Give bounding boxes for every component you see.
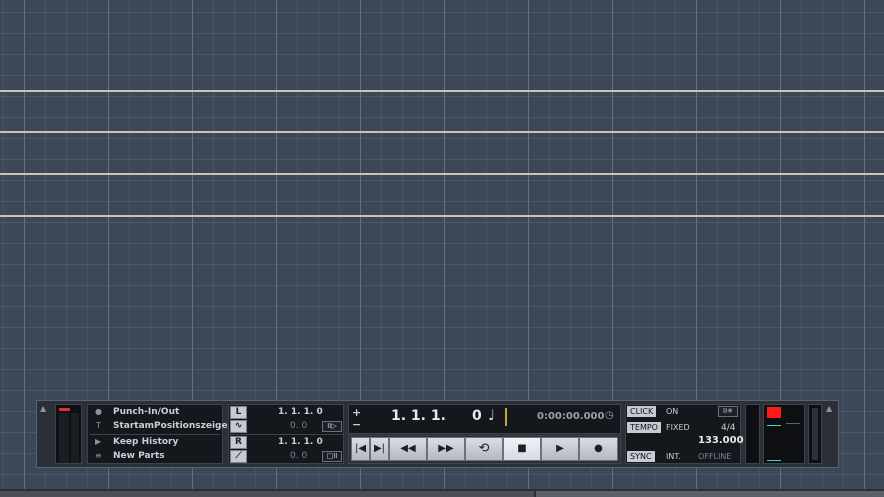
output-level-meter: [763, 404, 805, 464]
click-settings-icon[interactable]: II✳: [718, 406, 738, 417]
sync-button[interactable]: SYNC: [627, 451, 655, 462]
pre-roll-icon[interactable]: II▷: [322, 421, 342, 432]
panel-scroll-up-icon[interactable]: ▲: [40, 404, 46, 413]
stop-button[interactable]: ■: [503, 437, 541, 461]
clock-icon[interactable]: ◷: [605, 410, 614, 421]
click-button[interactable]: CLICK: [627, 406, 657, 417]
track-divider: [0, 215, 884, 217]
click-state[interactable]: ON: [666, 407, 678, 416]
rewind-button[interactable]: ◀◀: [389, 437, 427, 461]
input-level-meter: [55, 404, 82, 464]
note-icon[interactable]: ♩: [488, 406, 495, 424]
sync-source[interactable]: INT.: [666, 452, 681, 461]
time-signature[interactable]: 4/4: [721, 423, 735, 433]
left-locator-position[interactable]: 1. 1. 1. 0: [278, 407, 323, 417]
record-button[interactable]: ●: [579, 437, 618, 461]
left-locator-offset[interactable]: 0. 0: [290, 421, 307, 431]
lines-icon: ≡: [95, 451, 102, 460]
scrollbar-thumb[interactable]: [536, 491, 884, 497]
scrollbar-track[interactable]: [0, 491, 534, 497]
tempo-button[interactable]: TEMPO: [627, 422, 661, 433]
ramp-icon[interactable]: ⟋: [230, 450, 247, 463]
nudge-minus-icon[interactable]: −: [352, 418, 361, 431]
panel-scroll-right-up-icon[interactable]: ▲: [826, 404, 832, 413]
play-button[interactable]: ▶: [541, 437, 579, 461]
play-small-icon: ▶: [95, 437, 102, 446]
record-indicator: [767, 407, 781, 418]
curve-icon[interactable]: ∿: [230, 420, 247, 433]
horizontal-scrollbar[interactable]: [0, 489, 884, 497]
track-divider: [0, 131, 884, 133]
meter-bar: [71, 413, 79, 463]
keep-history-option[interactable]: Keep History: [113, 437, 178, 447]
go-to-end-button[interactable]: ▶|: [370, 437, 389, 461]
metronome-icon: [505, 408, 507, 426]
sync-status: OFFLINE: [698, 452, 732, 461]
scroll-thumb[interactable]: [812, 408, 818, 460]
meter-bar: [59, 413, 69, 463]
ticks-display[interactable]: 0: [472, 408, 482, 424]
scroll-track[interactable]: [808, 404, 822, 464]
track-divider: [0, 90, 884, 92]
dot-icon: ●: [95, 407, 102, 416]
right-locator-button[interactable]: R: [230, 436, 247, 449]
go-to-start-button[interactable]: |◀: [351, 437, 370, 461]
activity-meter: [745, 404, 760, 464]
meter-line: [786, 423, 800, 424]
cycle-button[interactable]: ⟲: [465, 437, 503, 461]
right-locator-offset[interactable]: 0. 0: [290, 451, 307, 461]
right-locator-position[interactable]: 1. 1. 1. 0: [278, 437, 323, 447]
tempo-bpm[interactable]: 133.000: [698, 435, 744, 446]
cursor-icon: T: [96, 421, 101, 430]
post-roll-icon[interactable]: □II: [322, 451, 342, 462]
meter-line: [767, 460, 781, 461]
track-divider: [0, 173, 884, 175]
divider: [228, 434, 344, 435]
meter-line: [767, 425, 781, 426]
meter-peak-indicator: [59, 408, 70, 411]
bars-beats-display[interactable]: 1. 1. 1.: [391, 408, 446, 424]
left-locator-button[interactable]: L: [230, 406, 247, 419]
fast-forward-button[interactable]: ▶▶: [427, 437, 465, 461]
time-display[interactable]: 0:00:00.000: [537, 411, 604, 422]
start-at-position-option[interactable]: StartamPositionszeiger: [113, 421, 232, 431]
tempo-mode[interactable]: FIXED: [666, 423, 690, 432]
new-parts-option[interactable]: New Parts: [113, 451, 165, 461]
punch-in-out-option[interactable]: Punch-In/Out: [113, 407, 179, 417]
divider: [90, 434, 220, 435]
